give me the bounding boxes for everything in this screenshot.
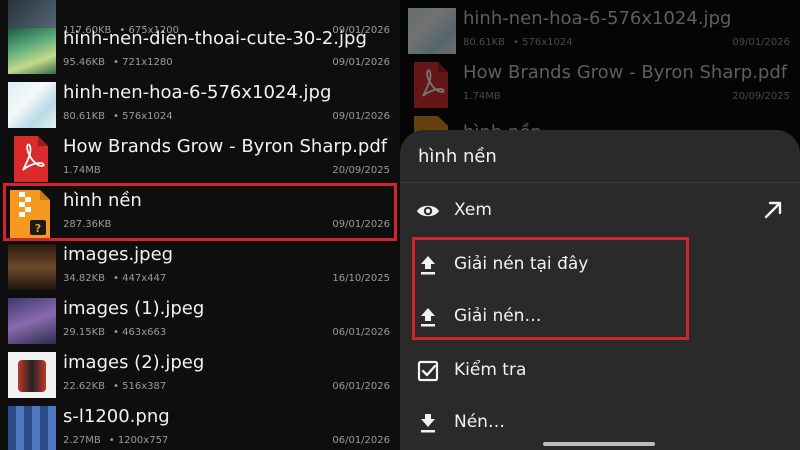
file-size: 29.15KB: [63, 327, 106, 338]
image-thumbnail: [408, 8, 456, 54]
background-file-row: hinh-nen-hoa-6-576x1024.jpg 80.61KB 576x1…: [400, 4, 800, 58]
file-dimensions: 447x447: [113, 273, 166, 284]
file-dimensions: 576x1024: [513, 37, 573, 48]
image-thumbnail: [8, 82, 56, 128]
open-external-arrow-icon[interactable]: [762, 199, 784, 221]
file-meta: 34.82KB 447x447: [63, 273, 166, 284]
file-size: 22.62KB: [63, 381, 106, 392]
file-name: images.jpeg: [63, 244, 174, 265]
download-icon: [421, 414, 435, 433]
file-meta: 1.74MB: [63, 165, 101, 176]
file-dimensions: 721x1280: [113, 57, 173, 68]
image-thumbnail: [8, 28, 56, 74]
file-row[interactable]: hinh-nen-hoa-6-576x1024.jpg 80.61KB 576x1…: [0, 78, 400, 132]
file-size: 1.74MB: [63, 165, 101, 176]
file-date: 06/01/2026: [332, 327, 390, 338]
image-thumbnail: [8, 406, 56, 450]
file-size: 95.46KB: [63, 57, 106, 68]
file-meta: 80.61KB 576x1024: [63, 111, 173, 122]
file-row[interactable]: images (1).jpeg 29.15KB 463x663 06/01/202…: [0, 294, 400, 348]
extract-options-highlight-box: [412, 237, 689, 340]
gesture-navigation-bar[interactable]: [543, 442, 655, 446]
file-meta: 29.15KB 463x663: [63, 327, 166, 338]
selection-highlight-box: [3, 183, 397, 241]
file-row[interactable]: s-l1200.png 2.27MB 1200x757 06/01/2026: [0, 402, 400, 450]
file-row[interactable]: images.jpeg 34.82KB 447x447 16/10/2025: [0, 240, 400, 294]
file-meta: 95.46KB 721x1280: [63, 57, 173, 68]
file-list-panel: 117.60KB675x1200 09/01/2026 hinh-nen-die…: [0, 0, 400, 450]
file-name: images (1).jpeg: [63, 298, 205, 319]
menu-item-test[interactable]: Kiểm tra: [400, 346, 800, 396]
file-name: How Brands Grow - Byron Sharp.pdf: [63, 136, 388, 157]
file-date: 20/09/2025: [732, 91, 790, 102]
file-date: 20/09/2025: [332, 165, 390, 176]
file-dimensions: 1200x757: [109, 435, 169, 446]
sheet-title: hình nền: [418, 146, 497, 167]
file-meta: 80.61KB 576x1024: [463, 37, 573, 48]
file-name: hinh-nen-hoa-6-576x1024.jpg: [463, 8, 732, 29]
file-dimensions: 463x663: [113, 327, 166, 338]
file-dimensions: 516x387: [113, 381, 166, 392]
file-size: 2.27MB: [63, 435, 101, 446]
file-row[interactable]: How Brands Grow - Byron Sharp.pdf 1.74MB…: [0, 132, 400, 186]
file-size: 80.61KB: [463, 37, 506, 48]
file-meta: 22.62KB 516x387: [63, 381, 166, 392]
divider: [400, 182, 800, 183]
file-date: 06/01/2026: [332, 435, 390, 446]
file-size: 34.82KB: [63, 273, 106, 284]
checkbox-icon: [417, 360, 439, 382]
menu-item-label: Kiểm tra: [454, 360, 527, 380]
file-name: How Brands Grow - Byron Sharp.pdf: [463, 62, 788, 83]
file-dimensions: 576x1024: [113, 111, 173, 122]
file-date: 06/01/2026: [332, 381, 390, 392]
file-meta: 2.27MB 1200x757: [63, 435, 168, 446]
menu-item-label: Nén…: [454, 412, 505, 432]
image-thumbnail: [8, 352, 56, 398]
image-thumbnail: [8, 298, 56, 344]
file-date: 09/01/2026: [732, 37, 790, 48]
menu-item-label: Xem: [454, 200, 492, 220]
context-menu-panel: hinh-nen-hoa-6-576x1024.jpg 80.61KB 576x1…: [400, 0, 800, 450]
pdf-file-icon: [414, 62, 448, 108]
file-row[interactable]: hinh-nen-dien-thoai-cute-30-2.jpg 95.46K…: [0, 24, 400, 78]
file-date: 16/10/2025: [332, 273, 390, 284]
file-row[interactable]: images (2).jpeg 22.62KB 516x387 06/01/202…: [0, 348, 400, 402]
file-name: hinh-nen-dien-thoai-cute-30-2.jpg: [63, 28, 367, 49]
eye-icon: [417, 205, 439, 217]
file-size: 1.74MB: [463, 91, 501, 102]
pdf-file-icon: [14, 136, 48, 182]
file-name: images (2).jpeg: [63, 352, 205, 373]
file-meta: 1.74MB: [463, 91, 501, 102]
menu-item-compress[interactable]: Nén…: [400, 398, 800, 448]
file-date: 09/01/2026: [332, 57, 390, 68]
background-file-row: How Brands Grow - Byron Sharp.pdf 1.74MB…: [400, 58, 800, 112]
menu-item-view[interactable]: Xem: [400, 186, 800, 236]
file-date: 09/01/2026: [332, 111, 390, 122]
file-size: 80.61KB: [63, 111, 106, 122]
file-name: hinh-nen-hoa-6-576x1024.jpg: [63, 82, 332, 103]
file-name: s-l1200.png: [63, 406, 170, 427]
image-thumbnail: [8, 244, 56, 290]
